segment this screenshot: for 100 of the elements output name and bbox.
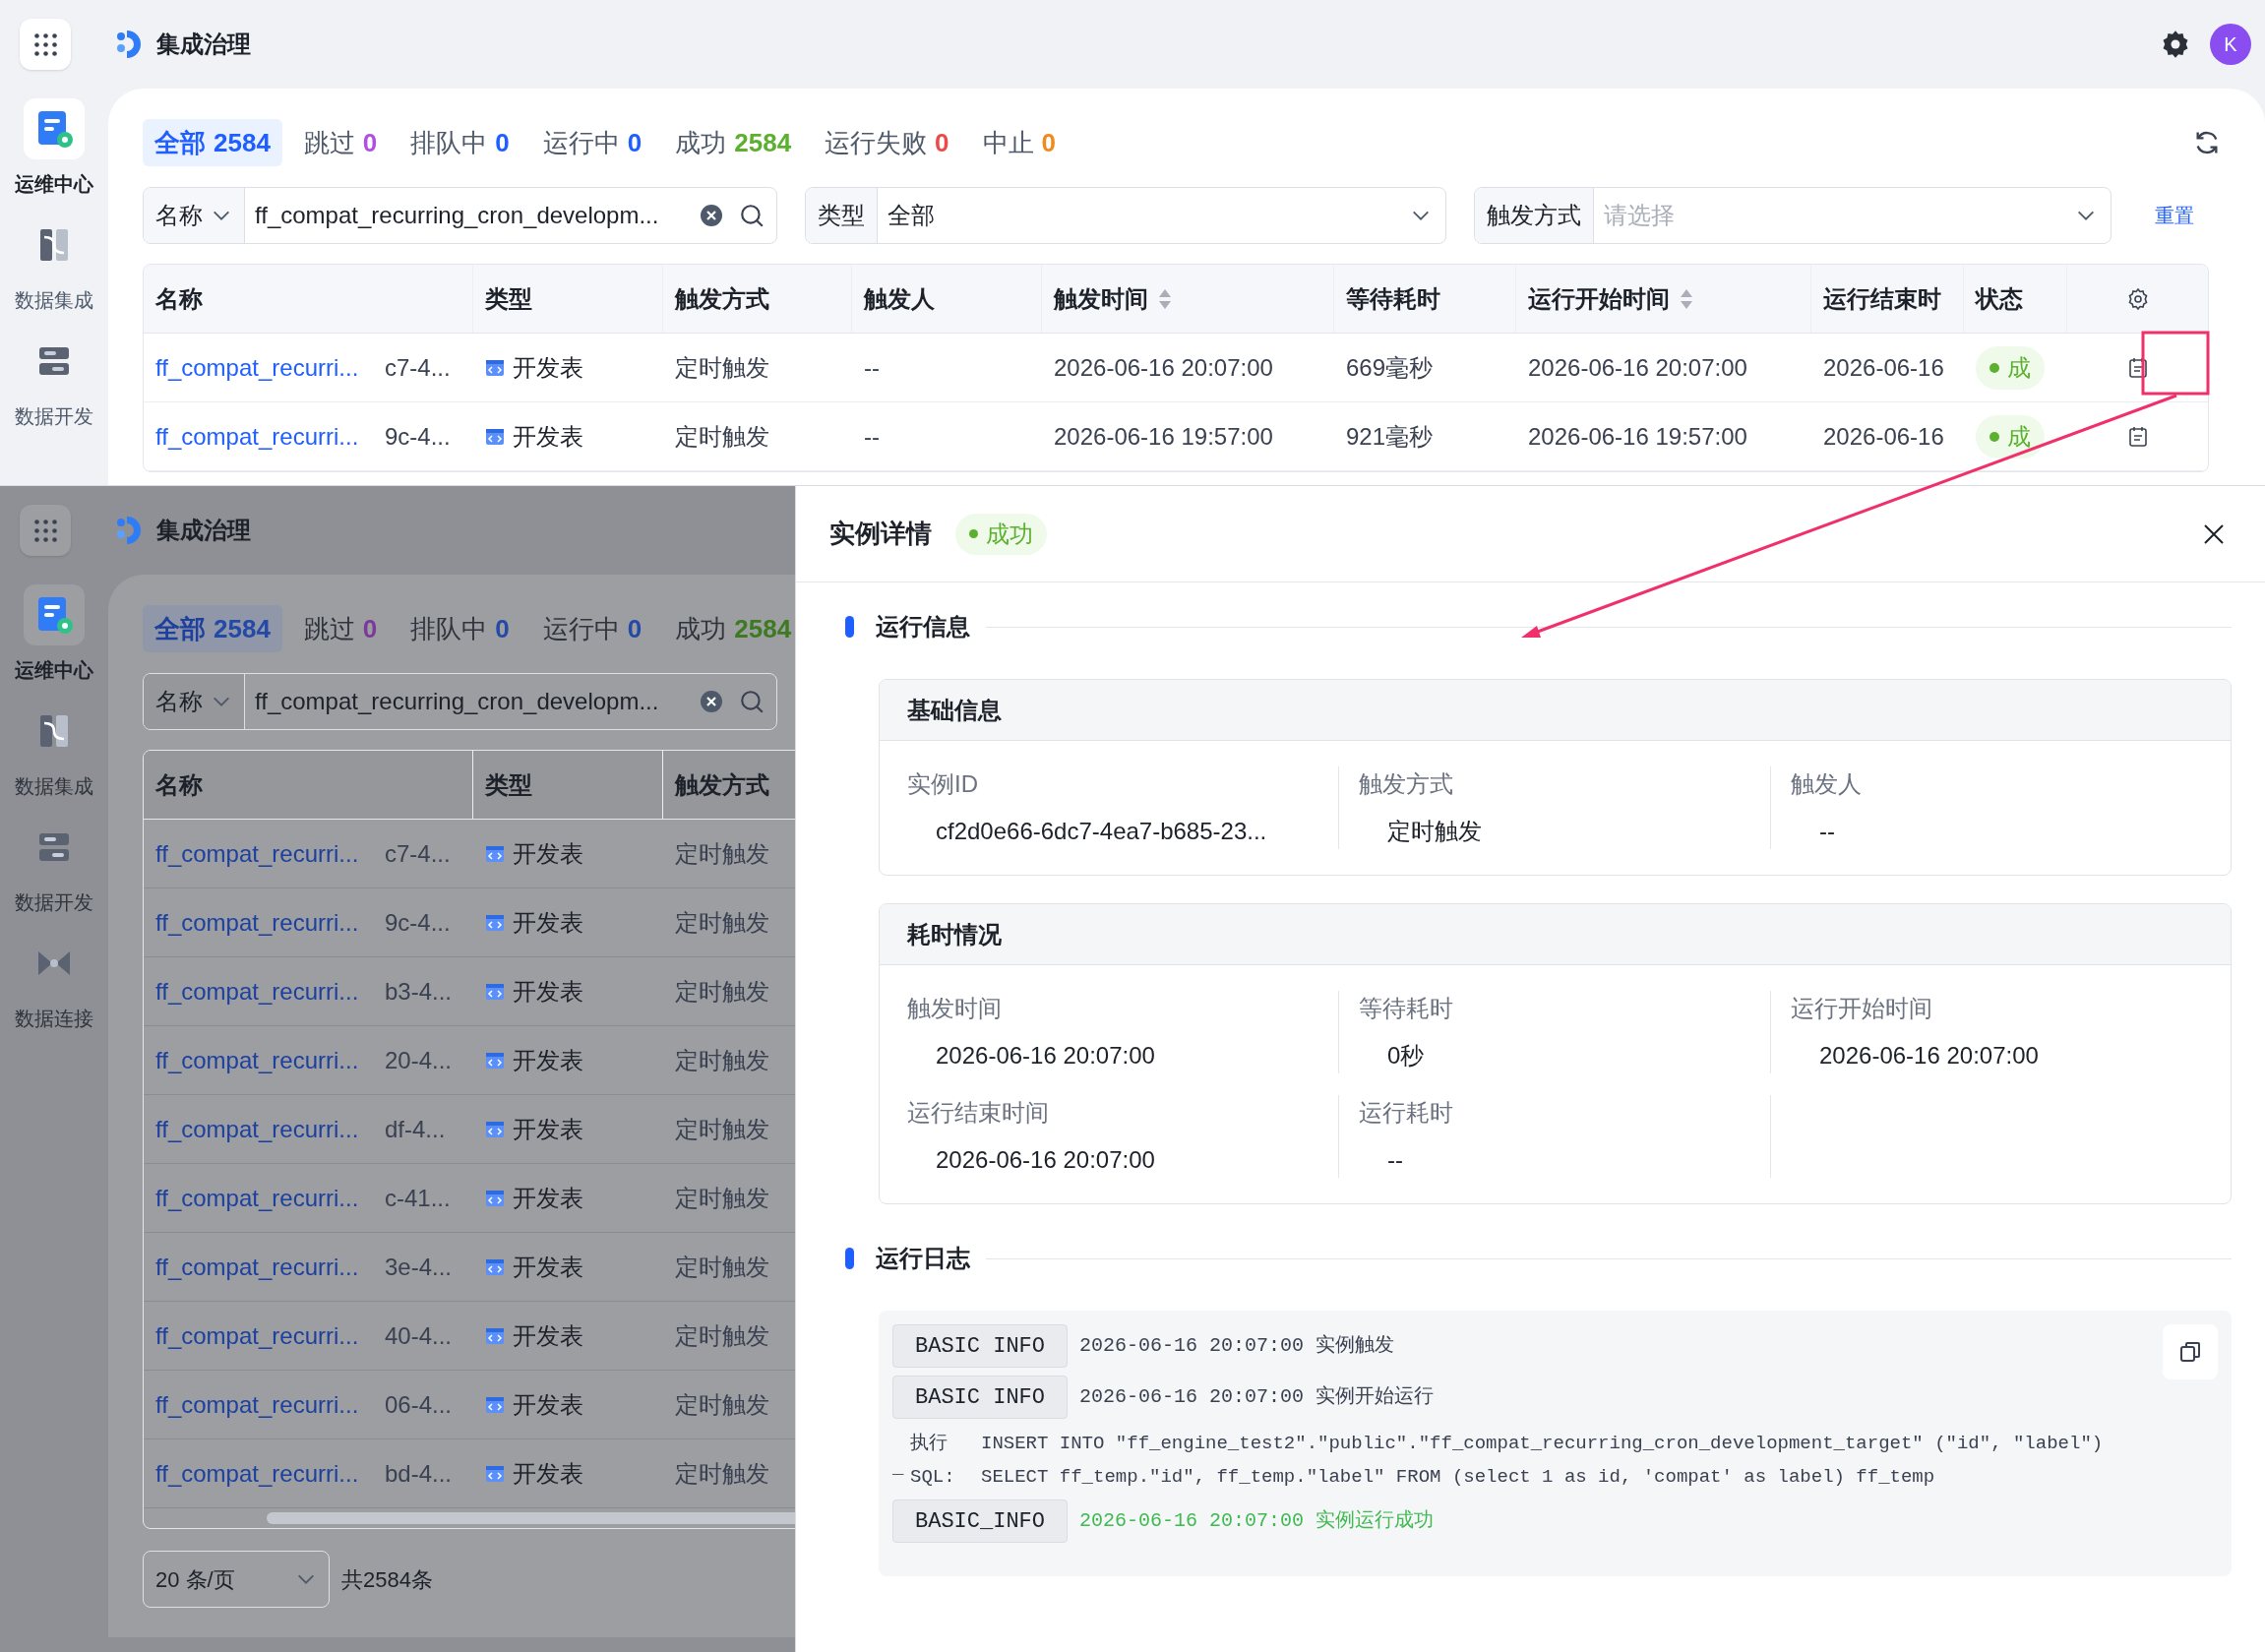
table-cell-text: bd-4...	[385, 1458, 453, 1489]
code-table-icon	[485, 1257, 505, 1276]
sidebar-item[interactable]: 数据集成	[15, 771, 93, 801]
log-message: 2026-06-16 20:07:00 实例运行成功	[1079, 1508, 1435, 1534]
tab-count: 0	[495, 612, 510, 645]
settings-icon[interactable]	[2161, 30, 2190, 59]
status-tab[interactable]: 跳过 0	[291, 605, 390, 652]
tab-count: 0	[627, 612, 643, 645]
field-label: 运行开始时间	[1791, 994, 1933, 1023]
page-size-select[interactable]: 20 条/页	[143, 1551, 330, 1608]
table-cell-text: 定时触发	[675, 1458, 769, 1489]
status-tab[interactable]: 全部 2584	[143, 605, 282, 652]
tab-count: 2584	[214, 612, 271, 645]
table-cell-text: 定时触发	[675, 976, 769, 1007]
avatar[interactable]: K	[2210, 24, 2251, 65]
task-link[interactable]: ff_compat_recurri...	[155, 973, 385, 1010]
table-cell-text: 3e-4...	[385, 1252, 453, 1282]
copy-icon[interactable]	[2163, 1324, 2218, 1379]
column-header: 触发方式	[675, 283, 769, 314]
code-table-icon	[485, 358, 505, 377]
table-cell-text: b3-4...	[385, 976, 453, 1007]
log-tag: BASIC INFO	[892, 1376, 1069, 1419]
sidebar-item[interactable]: 数据连接	[15, 1004, 93, 1033]
status-tab[interactable]: 跳过 0	[291, 119, 390, 166]
name-filter[interactable]: 名称 ff_compat_recurring_cron_developm...	[143, 187, 777, 244]
status-tab[interactable]: 运行中 0	[530, 119, 654, 166]
code-table-icon	[485, 1051, 505, 1070]
reset-link[interactable]: 重置	[2155, 201, 2194, 230]
table-cell-text: 定时触发	[675, 1045, 769, 1075]
sidebar-item[interactable]: 运维中心	[15, 655, 93, 685]
tab-count: 2584	[214, 126, 271, 159]
task-link[interactable]: ff_compat_recurri...	[155, 1249, 385, 1285]
field-value: 0秒	[1386, 1041, 1426, 1071]
column-header: 状态	[1976, 283, 2023, 314]
status-tab[interactable]: 成功 2584	[663, 605, 795, 652]
search-icon[interactable]	[739, 203, 765, 228]
table-cell-text: 2026-06-16 19:57:00	[1528, 421, 1747, 452]
table-cell-text: 2026-06-16 19:57:00	[1054, 421, 1273, 452]
sql-statement: INSERT INTO "ff_engine_test2"."public"."ff_compat_recurring_cron_development_target" ("id", "label") SELECT ff_temp."id", ff_temp."label" FROM (select 1 as id, 'compat' as label) ff_temp	[981, 1432, 2105, 1490]
status-badge: 成	[1976, 414, 2045, 459]
clear-icon[interactable]	[700, 204, 723, 227]
sidebar-item[interactable]: 数据开发	[15, 401, 93, 431]
app-title: 集成治理	[156, 516, 251, 545]
clear-icon[interactable]	[700, 690, 723, 713]
card-title: 耗时情况	[880, 904, 2231, 965]
status-tab[interactable]: 排队中 0	[398, 605, 521, 652]
tab-count: 0	[362, 612, 378, 645]
task-link[interactable]: ff_compat_recurri...	[155, 1317, 385, 1354]
tab-count: 0	[1041, 126, 1057, 159]
table-cell-text: 定时触发	[675, 1114, 769, 1144]
highlight-box	[2141, 331, 2210, 396]
log-tag: BASIC INFO	[892, 1324, 1069, 1368]
column-header: 类型	[485, 769, 532, 800]
field-value: --	[1818, 817, 1836, 846]
task-link[interactable]: ff_compat_recurri...	[155, 835, 385, 872]
status-tab[interactable]: 运行失败 0	[813, 119, 961, 166]
task-link[interactable]: ff_compat_recurri...	[155, 1042, 385, 1078]
section-title: 运行信息	[876, 612, 970, 642]
status-tab[interactable]: 中止 0	[970, 119, 1069, 166]
task-link[interactable]: ff_compat_recurri...	[155, 1455, 385, 1492]
close-icon[interactable]	[2202, 521, 2226, 546]
task-link[interactable]: ff_compat_recurri...	[155, 904, 385, 941]
field-value: 2026-06-16 20:07:00	[935, 1041, 1156, 1071]
table-cell-text: 921毫秒	[1346, 421, 1434, 452]
table-cell-text: 40-4...	[385, 1320, 453, 1351]
field-label: 等待耗时	[1359, 994, 1454, 1023]
table-cell-text: 开发表	[513, 1045, 583, 1075]
select-field[interactable]: 类型 全部	[805, 187, 1446, 244]
code-table-icon	[485, 844, 505, 863]
field-label: 触发人	[1791, 769, 1863, 799]
status-tab[interactable]: 排队中 0	[398, 119, 521, 166]
task-link[interactable]: ff_compat_recurri...	[155, 1386, 385, 1423]
status-tab[interactable]: 运行中 0	[530, 605, 654, 652]
apps-button[interactable]	[20, 19, 71, 70]
code-table-icon	[485, 1326, 505, 1345]
task-link[interactable]: ff_compat_recurri...	[155, 349, 385, 386]
log-message: 2026-06-16 20:07:00 实例触发	[1079, 1333, 1395, 1359]
column-header: 类型	[485, 283, 532, 314]
tab-count: 0	[362, 126, 378, 159]
select-field[interactable]: 触发方式 请选择	[1474, 187, 2112, 244]
sidebar-item[interactable]: 运维中心	[15, 169, 93, 199]
tab-count: 2584	[734, 612, 792, 645]
code-table-icon	[485, 982, 505, 1001]
table-cell-text: c7-4...	[385, 838, 451, 869]
status-tab[interactable]: 全部 2584	[143, 119, 282, 166]
task-link[interactable]: ff_compat_recurri...	[155, 418, 385, 455]
field-label: 实例ID	[907, 769, 979, 799]
table-cell-text: df-4...	[385, 1114, 446, 1144]
sidebar-item[interactable]: 数据集成	[15, 285, 93, 315]
sidebar-item[interactable]: 数据开发	[15, 887, 93, 917]
column-header: 运行结束时	[1823, 283, 1941, 314]
task-link[interactable]: ff_compat_recurri...	[155, 1111, 385, 1147]
table-cell-text: 开发表	[513, 421, 583, 452]
column-header: 触发人	[864, 283, 935, 314]
task-link[interactable]: ff_compat_recurri...	[155, 1180, 385, 1216]
status-tab[interactable]: 成功 2584	[663, 119, 804, 166]
name-filter[interactable]: 名称 ff_compat_recurring_cron_developm...	[143, 673, 777, 730]
table-cell-text: 定时触发	[675, 838, 769, 869]
field-value: 2026-06-16 20:07:00	[935, 1145, 1156, 1175]
table-cell-text: c7-4...	[385, 352, 451, 383]
